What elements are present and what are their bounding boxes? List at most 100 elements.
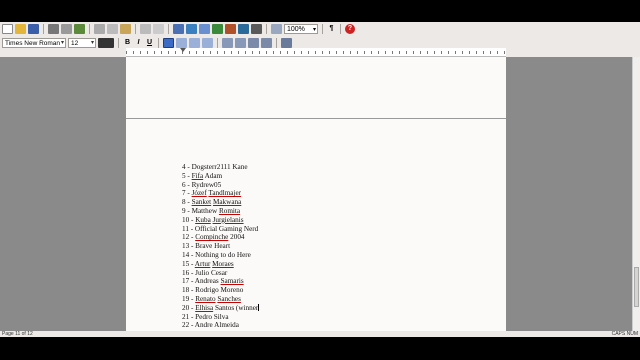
spellcheck-icon[interactable] (74, 24, 85, 34)
align-right-icon[interactable] (189, 38, 200, 48)
toolbar-separator (158, 38, 159, 48)
misspelled-word: Fifa (191, 171, 204, 180)
text-run: 2004 (228, 233, 245, 242)
misspelled-word: Romita (218, 206, 241, 215)
toolbar-separator (276, 38, 277, 48)
increase-indent-icon[interactable] (261, 38, 272, 48)
text-cursor (258, 303, 260, 311)
justify-icon[interactable] (202, 38, 213, 48)
text-run: 20 - (182, 303, 196, 312)
zoom-value: 100% (287, 26, 305, 33)
misspelled-word: Sanches (217, 294, 241, 303)
font-name-select[interactable]: Times New Roman ▾ (2, 38, 66, 48)
vertical-scrollbar[interactable] (632, 57, 640, 335)
cut-icon[interactable] (94, 24, 105, 34)
insert-chart-icon[interactable] (199, 24, 210, 34)
insert-table-icon[interactable] (173, 24, 184, 34)
numbered-list-icon[interactable] (222, 38, 233, 48)
text-run: Adam (203, 171, 223, 180)
help-icon[interactable]: ? (345, 24, 355, 34)
undo-icon[interactable] (140, 24, 151, 34)
misspelled-word: Compinche (195, 233, 229, 242)
document-line: 8 - Sanket Makwana (182, 198, 259, 207)
document-line: 13 - Brave Heart (182, 242, 259, 251)
text-run: 9 - Matthew (182, 206, 219, 215)
italic-button[interactable]: I (134, 38, 143, 48)
text-run: 4 - Dogsterr2111 Kane (182, 163, 248, 171)
document-line: 6 - Rydrew05 (182, 181, 259, 190)
document-line: 15 - Artur Moraes (182, 260, 259, 269)
text-run: Santos (winner (213, 303, 259, 312)
misspelled-word: Elhisa (195, 303, 214, 312)
toolbar-separator (322, 24, 323, 34)
bulleted-list-icon[interactable] (235, 38, 246, 48)
document-page[interactable]: 4 - Dogsterr2111 Kane 5 - Fifa Adam 6 - Ry… (126, 57, 506, 335)
text-run: 19 - (182, 294, 196, 303)
indent-marker[interactable] (180, 48, 186, 52)
misspelled-word: Kuba (195, 215, 211, 224)
insert-image-icon[interactable] (186, 24, 197, 34)
text-run: 13 - Brave Heart (182, 242, 231, 251)
page-indicator: Page 11 of 12 (2, 331, 33, 337)
document-line: 7 - Józef Tandlmajer (182, 189, 259, 198)
misspelled-word: Samaris (220, 277, 244, 286)
underline-button[interactable]: U (145, 38, 154, 48)
decrease-indent-icon[interactable] (248, 38, 259, 48)
misspelled-word: Józef (191, 189, 207, 198)
styles-icon[interactable] (281, 38, 292, 48)
page-view-icon[interactable] (271, 24, 282, 34)
document-line: 22 - Andre Almeida (182, 321, 259, 330)
print-preview-icon[interactable] (61, 24, 72, 34)
document-line: 18 - Rodrigo Moreno (182, 286, 259, 295)
text-run: 15 - (182, 259, 195, 268)
text-run: 22 - Andre Almeida (182, 321, 239, 330)
draw-icon[interactable] (238, 24, 249, 34)
copy-icon[interactable] (107, 24, 118, 34)
document-line: 10 - Kuba Jurgielanis (182, 216, 259, 225)
text-run: 8 - (182, 198, 192, 207)
toolbar-separator (135, 24, 136, 34)
align-center-icon[interactable] (176, 38, 187, 48)
text-run: 7 - (182, 189, 192, 198)
align-left-icon[interactable] (163, 38, 174, 48)
chevron-down-icon: ▾ (60, 40, 64, 46)
hyperlink-icon[interactable] (212, 24, 223, 34)
misspelled-word: Jurgielanis (212, 215, 244, 224)
text-run: 11 - Official Gaming Nerd (182, 224, 259, 233)
text-run: 21 - Pedro Silva (182, 312, 229, 321)
document-line: 14 - Nothing to do Here (182, 251, 259, 260)
font-name-value: Times New Roman (5, 40, 61, 47)
zoom-select[interactable]: 100% ▾ (284, 24, 318, 34)
print-icon[interactable] (48, 24, 59, 34)
save-icon[interactable] (28, 24, 39, 34)
horizontal-ruler[interactable] (126, 48, 506, 57)
text-run: 6 - Rydrew05 (182, 180, 222, 189)
standard-toolbar: 100% ▾ ¶ ? (0, 22, 640, 36)
text-run: 14 - Nothing to do Here (182, 250, 251, 259)
bold-button[interactable]: B (123, 38, 132, 48)
font-size-value: 12 (71, 40, 79, 47)
formatting-marks-button[interactable]: ¶ (327, 24, 336, 34)
document-line: 17 - Andreas Samaris (182, 277, 259, 286)
toolbar-separator (266, 24, 267, 34)
text-run: 18 - Rodrigo Moreno (182, 286, 244, 295)
document-text[interactable]: 4 - Dogsterr2111 Kane 5 - Fifa Adam 6 - Ry… (182, 163, 260, 335)
insert-object-icon[interactable] (225, 24, 236, 34)
paste-icon[interactable] (120, 24, 131, 34)
scrollbar-thumb[interactable] (634, 267, 639, 307)
document-line: 21 - Pedro Silva (182, 313, 259, 322)
misspelled-word: Sanket (191, 198, 212, 207)
font-color-icon[interactable] (98, 38, 114, 48)
redo-icon[interactable] (153, 24, 164, 34)
chevron-down-icon: ▾ (312, 27, 316, 33)
font-size-select[interactable]: 12 ▾ (68, 38, 96, 48)
new-document-icon[interactable] (2, 24, 13, 34)
document-line: 19 - Renato Sanches (182, 295, 259, 304)
document-line: 9 - Matthew Romita (182, 207, 259, 216)
text-run: 12 - (182, 233, 196, 242)
find-icon[interactable] (251, 24, 262, 34)
text-run: 16 - Julio Cesar (182, 268, 228, 277)
misspelled-word: Makwana (212, 198, 242, 207)
open-folder-icon[interactable] (15, 24, 26, 34)
misspelled-word: Renato (195, 294, 216, 303)
